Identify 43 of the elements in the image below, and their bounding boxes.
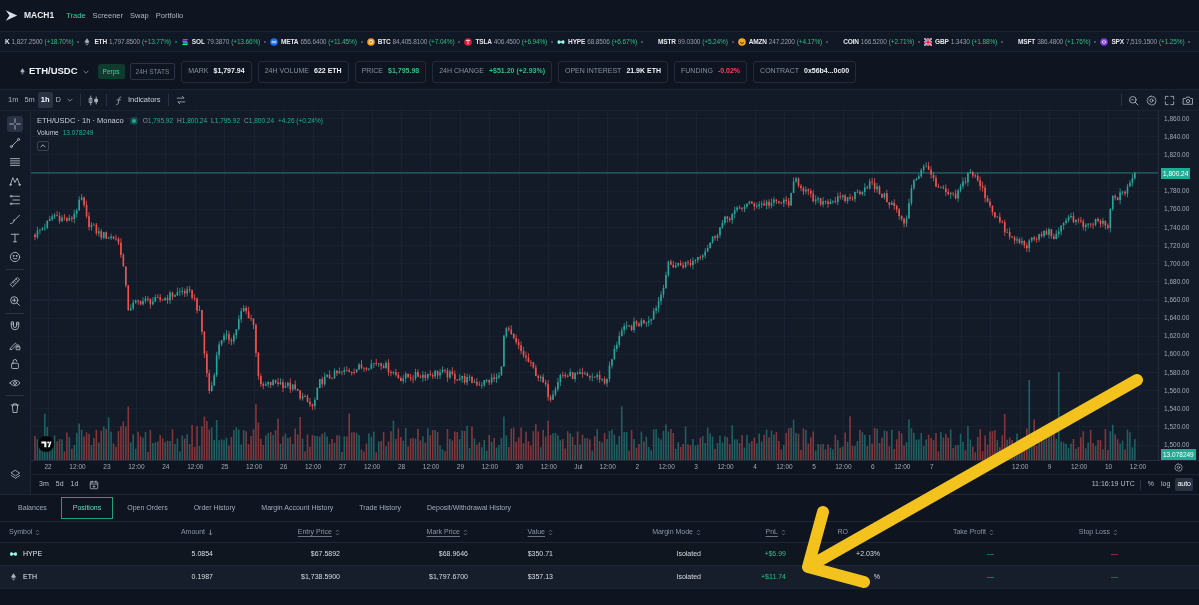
- layers-icon[interactable]: [9, 469, 21, 480]
- sort-icon[interactable]: [335, 528, 340, 536]
- sort-descending-icon[interactable]: [208, 528, 213, 536]
- loop-icon: [557, 37, 566, 46]
- zoom-in-icon[interactable]: [7, 293, 23, 309]
- sort-icon[interactable]: [989, 528, 994, 536]
- ruler-icon[interactable]: [7, 274, 23, 290]
- smiley-icon[interactable]: [7, 249, 23, 265]
- sort-icon[interactable]: [463, 528, 468, 536]
- candles-icon[interactable]: [88, 94, 100, 106]
- pair-name[interactable]: ETH/USDC: [29, 64, 78, 79]
- magnifier-icon[interactable]: [1128, 94, 1139, 106]
- coin-icon: [366, 37, 375, 46]
- ring-badge-icon: [1100, 37, 1109, 46]
- levels-icon[interactable]: [7, 192, 23, 208]
- brand-name: MACH1: [24, 9, 55, 22]
- swap-arrows-icon[interactable]: [175, 95, 186, 105]
- diamond-icon: [83, 37, 92, 46]
- camera-icon[interactable]: [1182, 94, 1194, 106]
- logo-icon[interactable]: [5, 9, 18, 22]
- line-tool-icon[interactable]: [7, 135, 23, 151]
- sort-icon[interactable]: [696, 528, 701, 536]
- logo-badge-icon: [38, 436, 54, 452]
- settings-icon[interactable]: [1146, 94, 1157, 106]
- emblem-icon: [464, 37, 473, 46]
- fullscreen-icon[interactable]: [1164, 94, 1175, 106]
- calendar-icon[interactable]: [89, 479, 100, 490]
- smile-badge-icon: [737, 37, 746, 46]
- caret-icon[interactable]: [82, 69, 89, 74]
- diamond-icon: [9, 573, 18, 581]
- sort-icon[interactable]: [781, 528, 786, 536]
- caret-icon: [40, 144, 46, 148]
- settings-icon[interactable]: [1174, 463, 1183, 472]
- sort-icon[interactable]: [548, 528, 553, 536]
- diamond-icon: [19, 67, 26, 76]
- sort-icon[interactable]: [35, 528, 41, 536]
- infinity-badge-icon: [270, 37, 279, 46]
- caret-icon[interactable]: [67, 98, 74, 102]
- stripes-icon: [180, 37, 189, 46]
- loop-icon: [9, 550, 18, 558]
- sort-icon[interactable]: [1113, 528, 1118, 536]
- flag-icon: [924, 37, 933, 46]
- collapse-button[interactable]: [37, 141, 49, 151]
